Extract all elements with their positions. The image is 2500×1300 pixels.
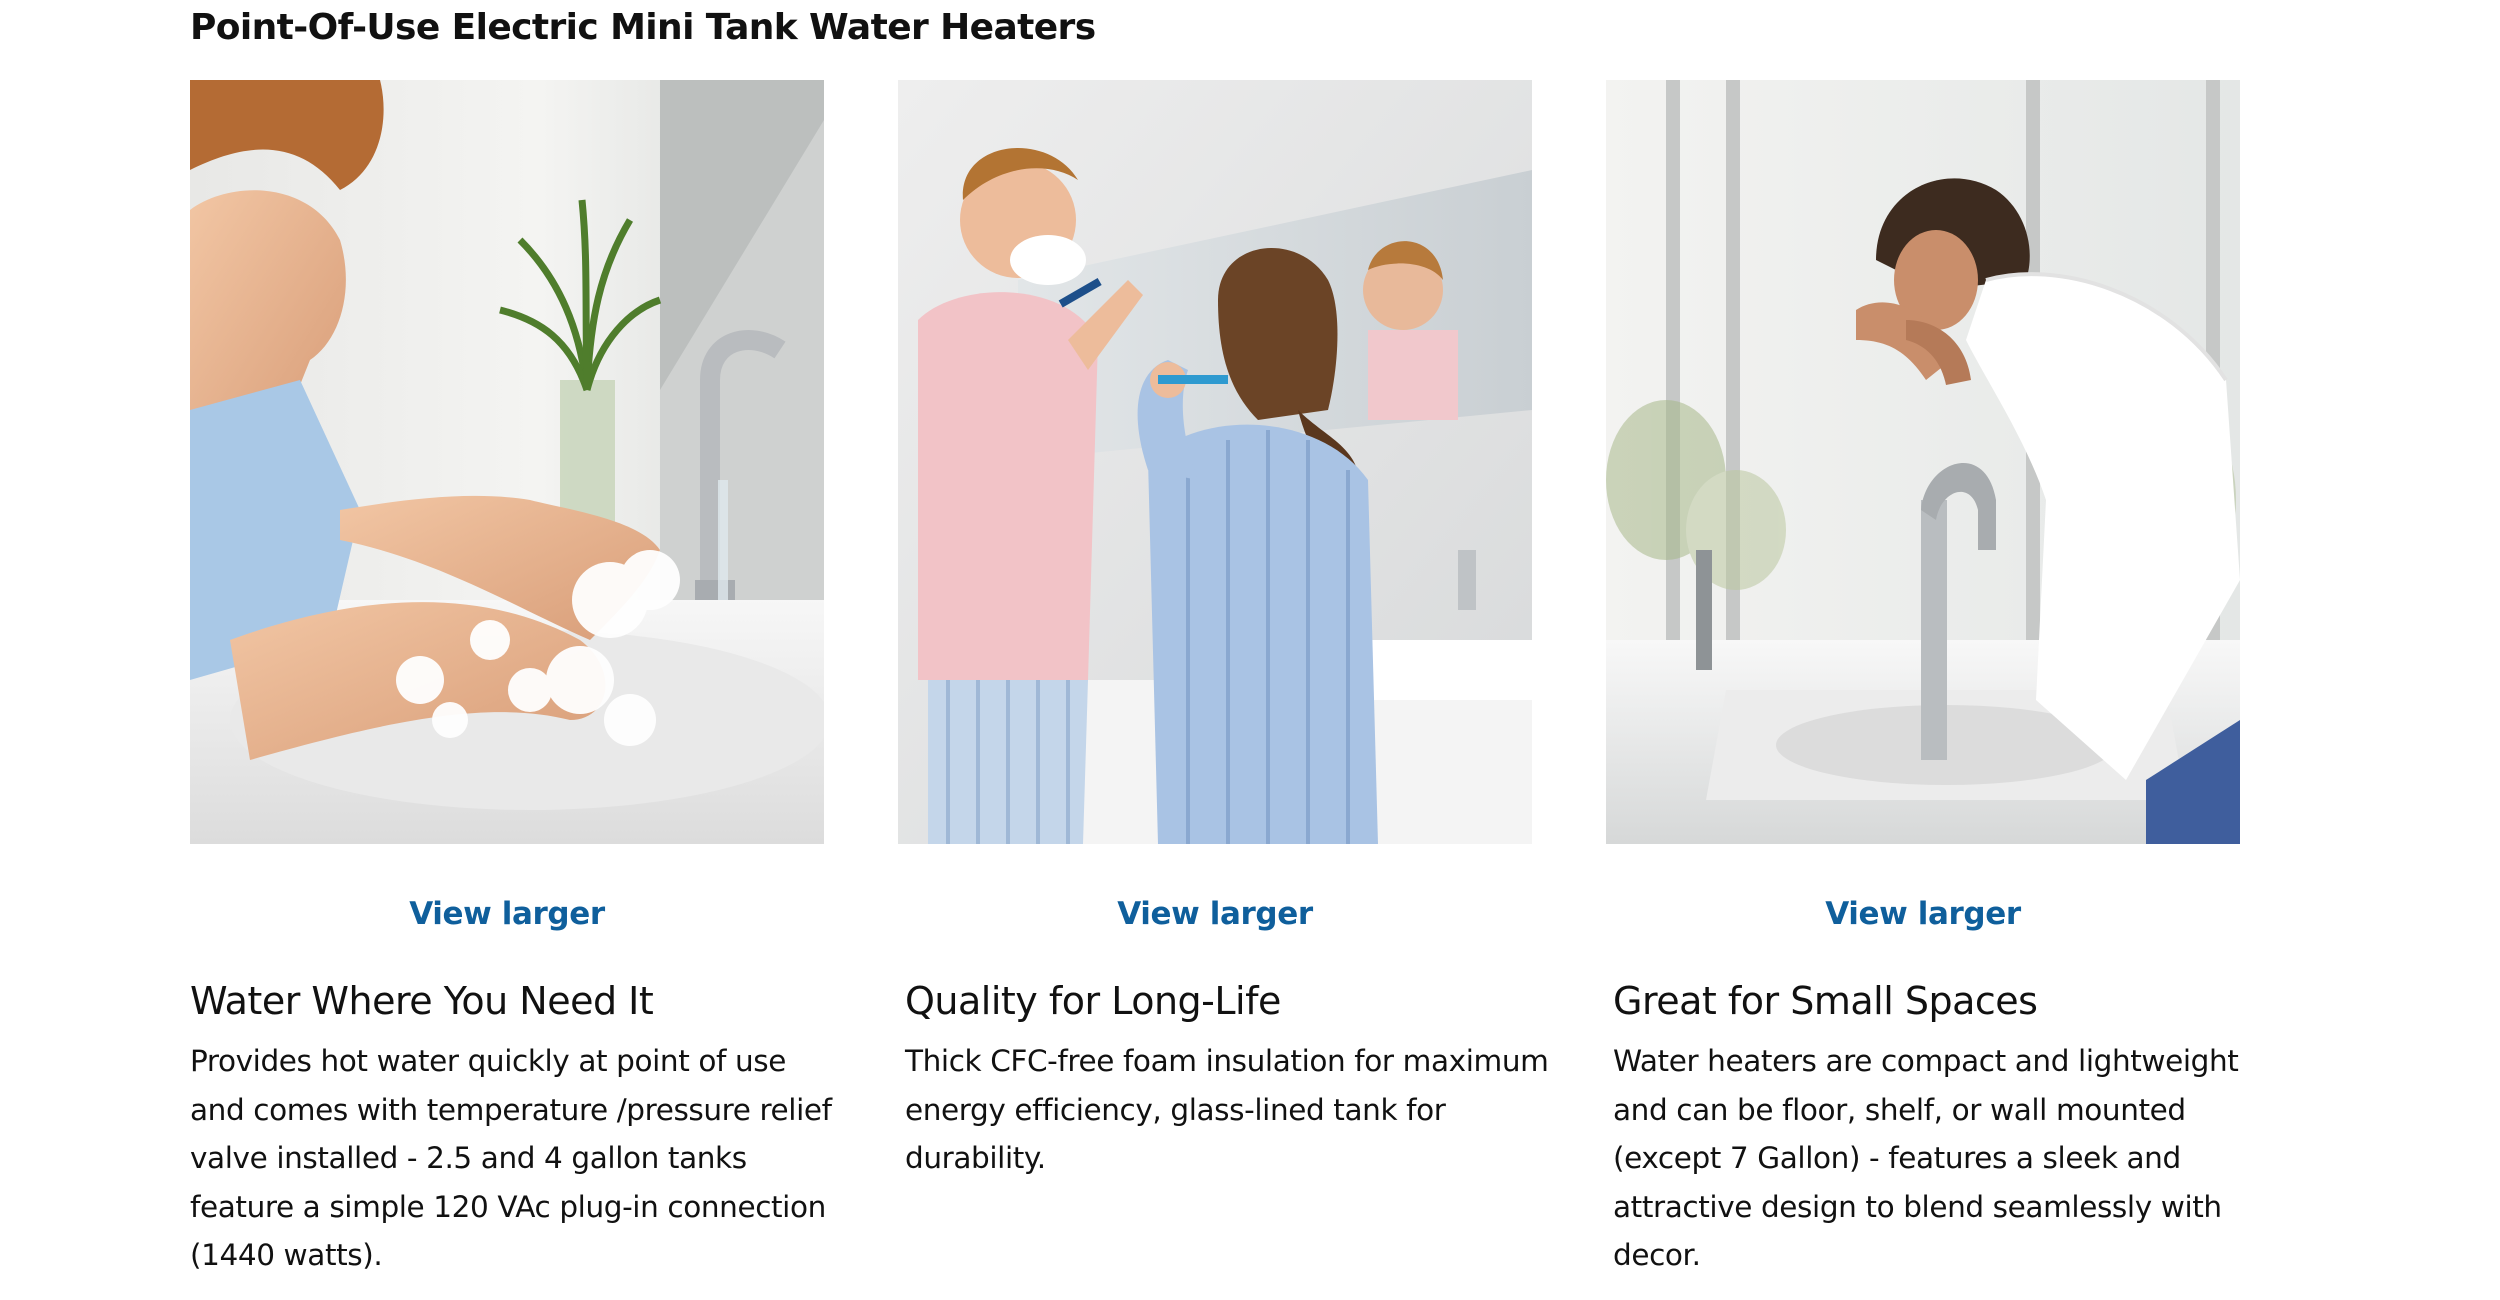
feature-card-quality-for-long-life: View larger Quality for Long-Life Thick …: [898, 80, 1549, 1183]
feature-image-couple-at-mirror[interactable]: [898, 80, 1532, 844]
feature-description: Thick CFC-free foam insulation for maxim…: [905, 1044, 1549, 1175]
feature-description: Water heaters are compact and lightweigh…: [1613, 1044, 2239, 1272]
woman-washing-face-photo: [1606, 80, 2240, 844]
feature-title: Water Where You Need It: [190, 979, 654, 1023]
view-larger-link[interactable]: View larger: [190, 894, 824, 934]
feature-card-water-where-you-need-it: View larger Water Where You Need It Prov…: [190, 80, 832, 1280]
child-washing-hands-photo: [190, 80, 824, 844]
feature-title: Great for Small Spaces: [1613, 979, 2038, 1023]
feature-title: Quality for Long-Life: [905, 979, 1281, 1023]
view-larger-link[interactable]: View larger: [1606, 894, 2240, 934]
feature-description: Provides hot water quickly at point of u…: [190, 1044, 832, 1272]
feature-image-woman-washing-face[interactable]: [1606, 80, 2240, 844]
feature-image-child-washing-hands[interactable]: [190, 80, 824, 844]
view-larger-link[interactable]: View larger: [898, 894, 1532, 934]
section-title: Point-Of-Use Electric Mini Tank Water He…: [190, 7, 1096, 48]
feature-card-great-for-small-spaces: View larger Great for Small Spaces Water…: [1606, 80, 2246, 1280]
couple-at-mirror-photo: [898, 80, 1532, 844]
